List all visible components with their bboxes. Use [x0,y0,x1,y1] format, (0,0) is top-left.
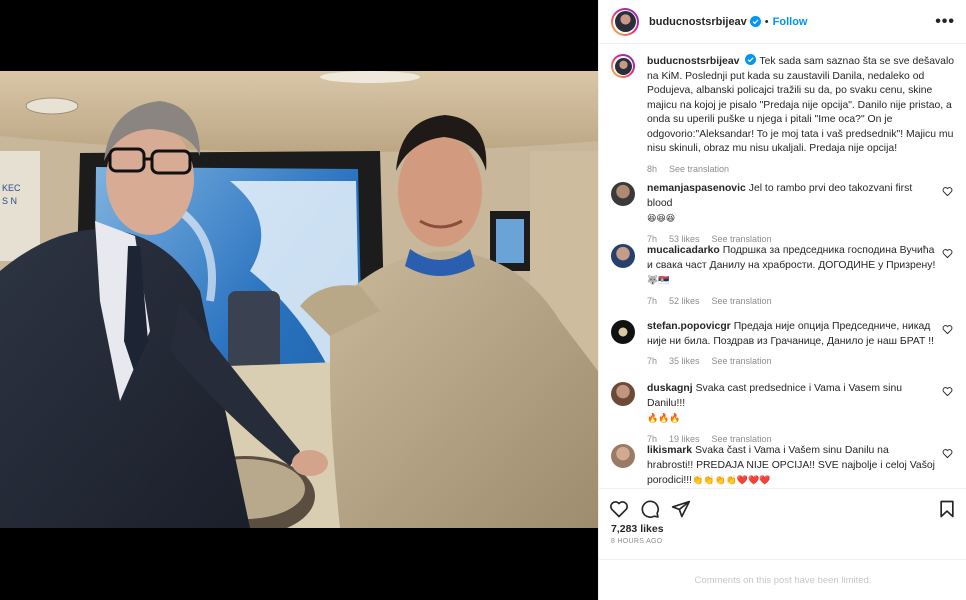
comment-emoji: 🔥🔥🔥 [647,413,681,423]
caption-see-translation[interactable]: See translation [669,164,729,174]
comments-list[interactable]: buducnostsrbijeav Tek sada sam saznao šta… [599,44,966,488]
verified-badge-icon [745,54,757,65]
comment-emoji: 🐺🇷🇸 [647,275,670,285]
bookmark-icon[interactable] [937,499,957,519]
heart-icon[interactable] [942,324,953,335]
comment-emoji: 👏👏👏👏❤️❤️❤️ [692,475,771,485]
post-header: buducnostsrbijeav • Follow ••• [599,0,966,44]
photo-illustration: KEC S N [0,71,598,528]
comment-emoji: 😆😆😆 [647,213,676,223]
comment-likes[interactable]: 35 likes [669,356,700,366]
header-user: buducnostsrbijeav • Follow [649,16,807,28]
comment-item: likismark Svaka čast i Vama i Vašem sinu … [611,444,955,488]
caption-time: 8h [647,163,658,174]
comment-avatar[interactable] [611,182,635,206]
comment-time: 7h [647,295,658,306]
post-caption: buducnostsrbijeav Tek sada sam saznao šta… [611,54,955,176]
comment-likes[interactable]: 53 likes [669,234,700,244]
caption-avatar[interactable] [611,54,635,78]
post-actions [599,488,966,528]
heart-icon[interactable] [942,448,953,459]
heart-icon[interactable] [942,186,953,197]
comment-time: 7h [647,356,658,366]
separator-dot: • [764,15,769,28]
comment-avatar[interactable] [611,444,635,468]
comment-likes[interactable]: 19 likes [669,434,700,444]
heart-icon[interactable] [942,248,953,259]
comment-item: mucalicadarko Подршка за председника госп… [611,244,955,308]
comment-avatar[interactable] [611,320,635,344]
verified-badge-icon [749,16,761,27]
comment-item: stefan.popovicgr Предаја није опција Пред… [611,320,955,369]
heart-icon[interactable] [942,386,953,397]
author-username[interactable]: buducnostsrbijeav [649,16,747,28]
comment-time: 7h [647,433,658,444]
comment-item: duskagnj Svaka cast predsednice i Vama i … [611,382,955,446]
comment-username[interactable]: stefan.popovicgr [647,321,731,332]
author-avatar[interactable] [611,7,639,36]
caption-meta: 8h See translation [647,162,955,177]
comment-see-translation[interactable]: See translation [712,234,772,244]
comment-avatar[interactable] [611,244,635,268]
more-options-icon[interactable]: ••• [935,13,955,29]
comment-likes[interactable]: 52 likes [669,296,700,306]
comment-see-translation[interactable]: See translation [712,296,772,306]
comment-meta: 7h 52 likes See translation [647,294,937,309]
comment-username[interactable]: likismark [647,445,692,456]
post-photo[interactable]: KEC S N [0,71,598,528]
caption-username[interactable]: buducnostsrbijeav [647,56,739,67]
caption-text: Tek sada sam saznao šta se sve dešavalo … [647,56,955,154]
comment-meta: 7h 35 likes See translation [647,354,937,369]
comment-item: nemanjaspasenovic Jel to rambo prvi deo t… [611,182,955,246]
heart-icon[interactable] [609,499,629,519]
post-side-panel: buducnostsrbijeav • Follow ••• buducnost… [598,0,966,600]
comment-avatar[interactable] [611,382,635,406]
comment-see-translation[interactable]: See translation [712,356,772,366]
comment-username[interactable]: duskagnj [647,383,693,394]
comment-see-translation[interactable]: See translation [712,434,772,444]
comment-time: 7h [647,233,658,244]
comments-limited-notice: Comments on this post have been limited. [599,559,966,600]
svg-text:S N: S N [2,196,17,206]
comment-username[interactable]: nemanjaspasenovic [647,183,746,194]
share-icon[interactable] [671,499,691,519]
post-media: KEC S N [0,0,598,600]
post-time-ago: 8 HOURS AGO [611,538,663,545]
comment-username[interactable]: mucalicadarko [647,245,720,256]
svg-text:KEC: KEC [2,183,21,193]
likes-count[interactable]: 7,283 likes [611,523,664,535]
follow-button[interactable]: Follow [773,16,808,28]
comment-icon[interactable] [640,499,660,519]
